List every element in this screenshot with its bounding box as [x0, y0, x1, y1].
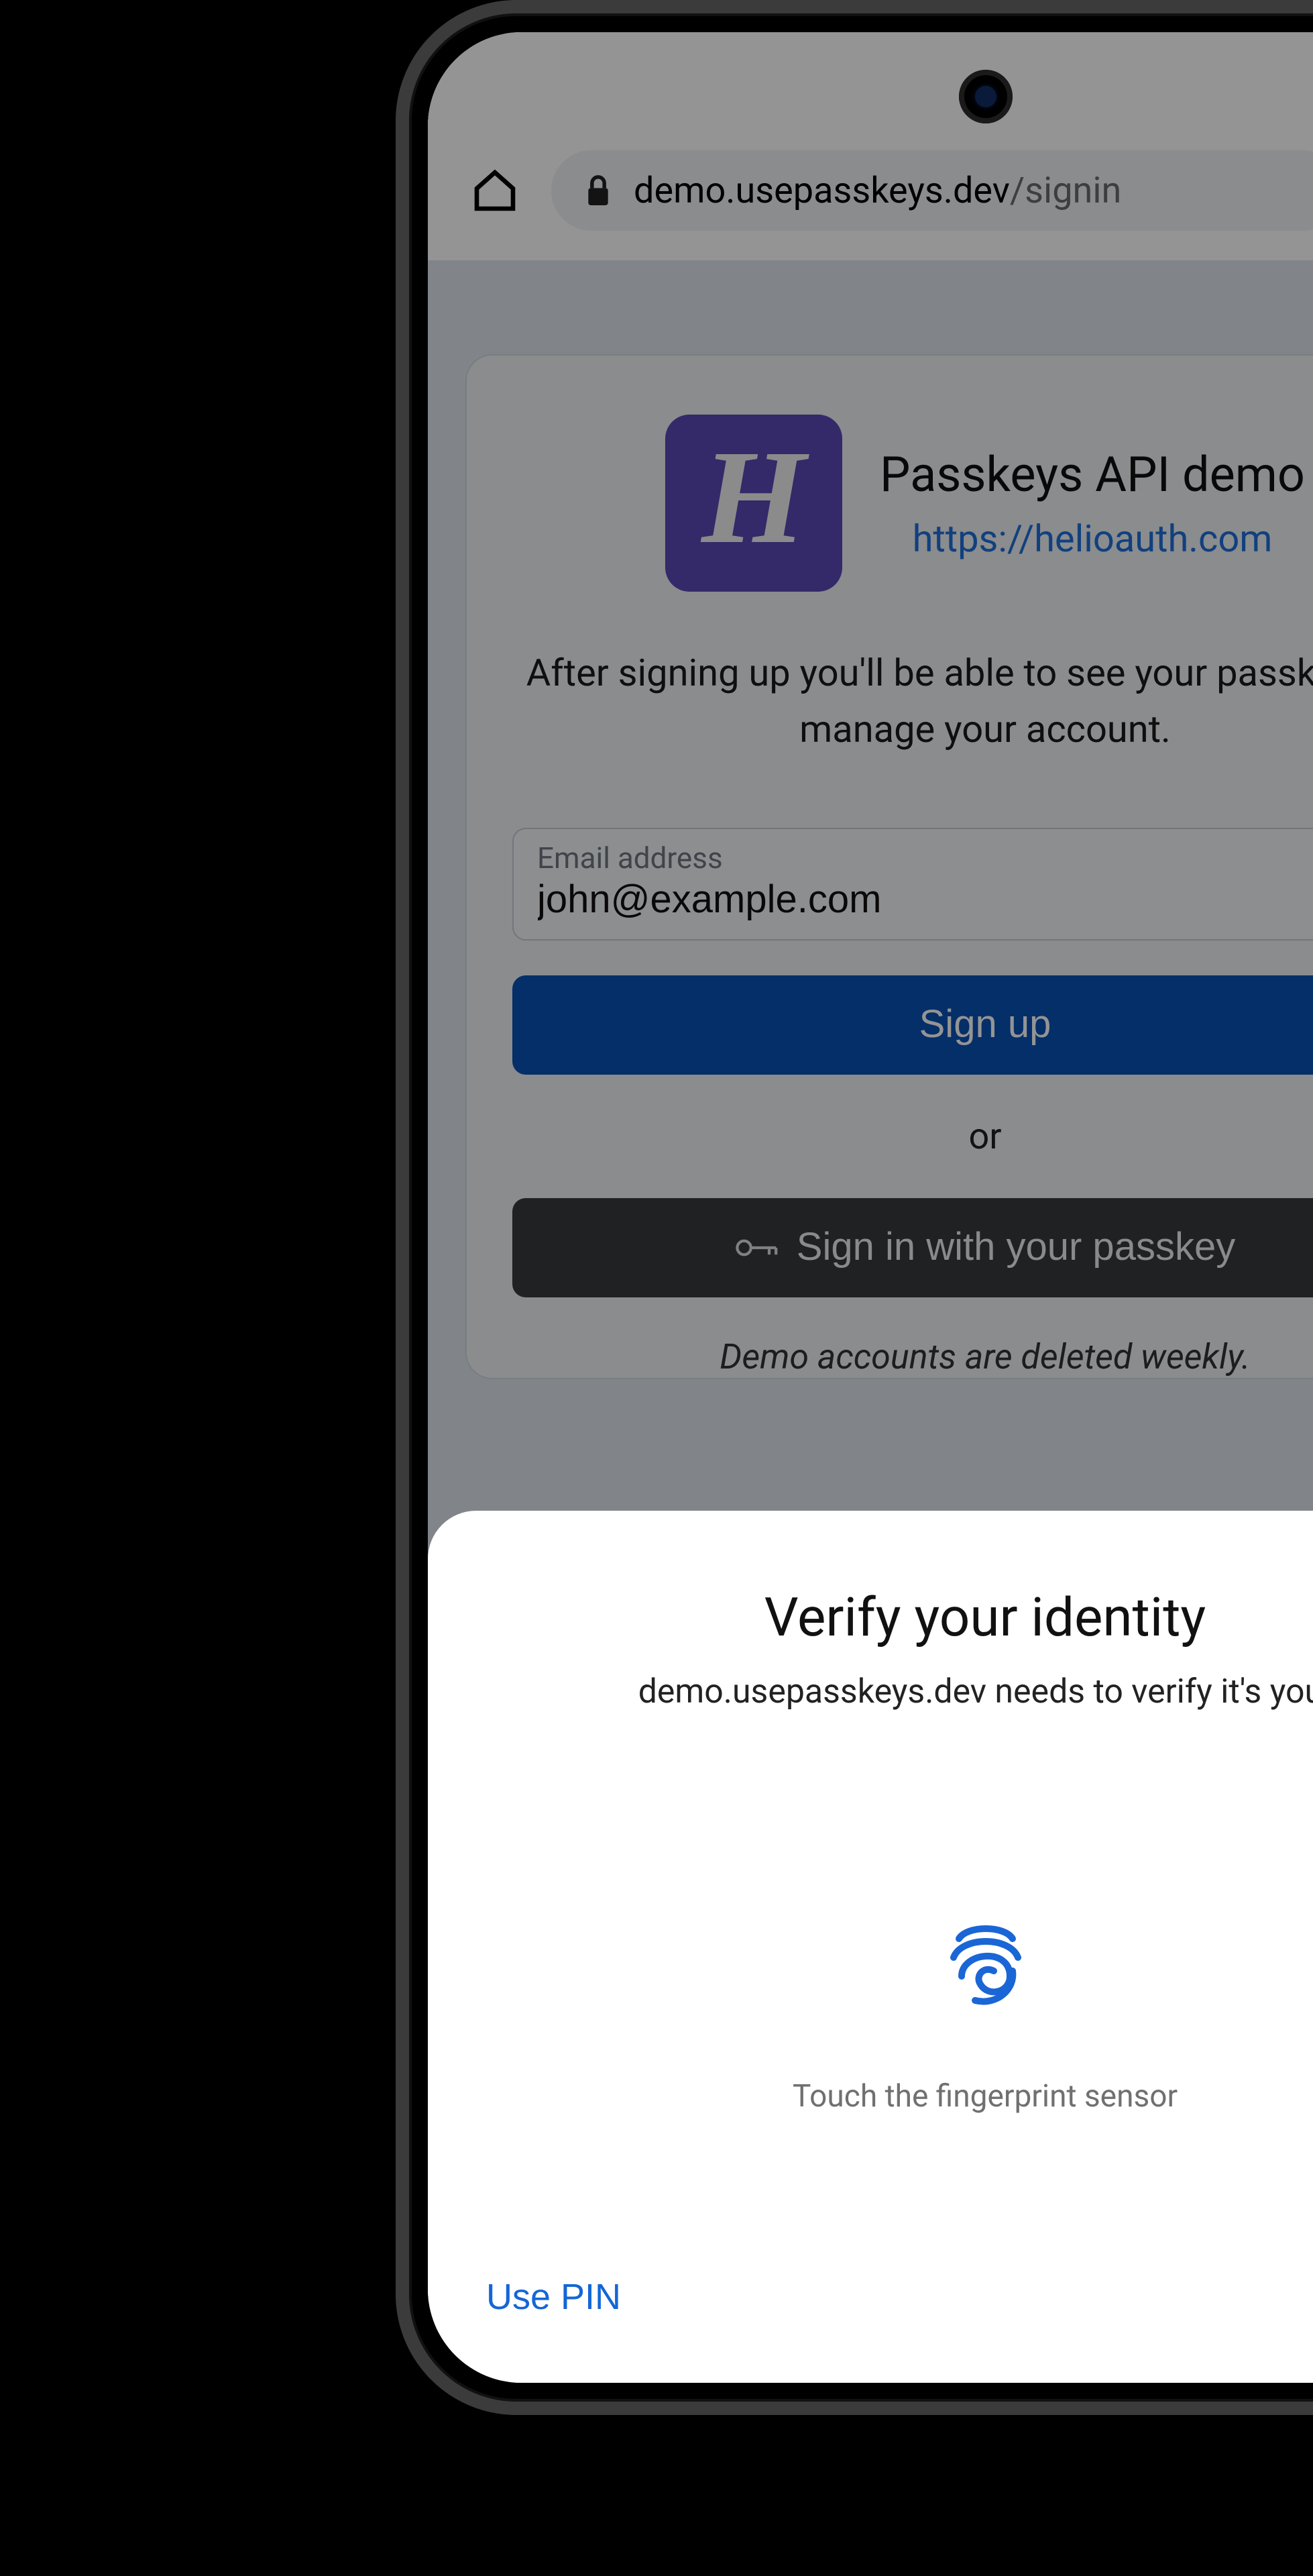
biometric-sheet: Verify your identity demo.usepasskeys.de… — [427, 1511, 1313, 2383]
phone-frame: demo.usepasskeys.dev/signin 1 — [395, 0, 1313, 2415]
sheet-title: Verify your identity — [481, 1586, 1313, 1649]
fingerprint-icon[interactable] — [942, 1917, 1028, 2008]
sheet-subtitle: demo.usepasskeys.dev needs to verify it'… — [481, 1673, 1313, 1712]
front-camera — [958, 70, 1012, 123]
fingerprint-hint: Touch the fingerprint sensor — [792, 2078, 1177, 2114]
use-pin-button[interactable]: Use PIN — [481, 2266, 626, 2329]
